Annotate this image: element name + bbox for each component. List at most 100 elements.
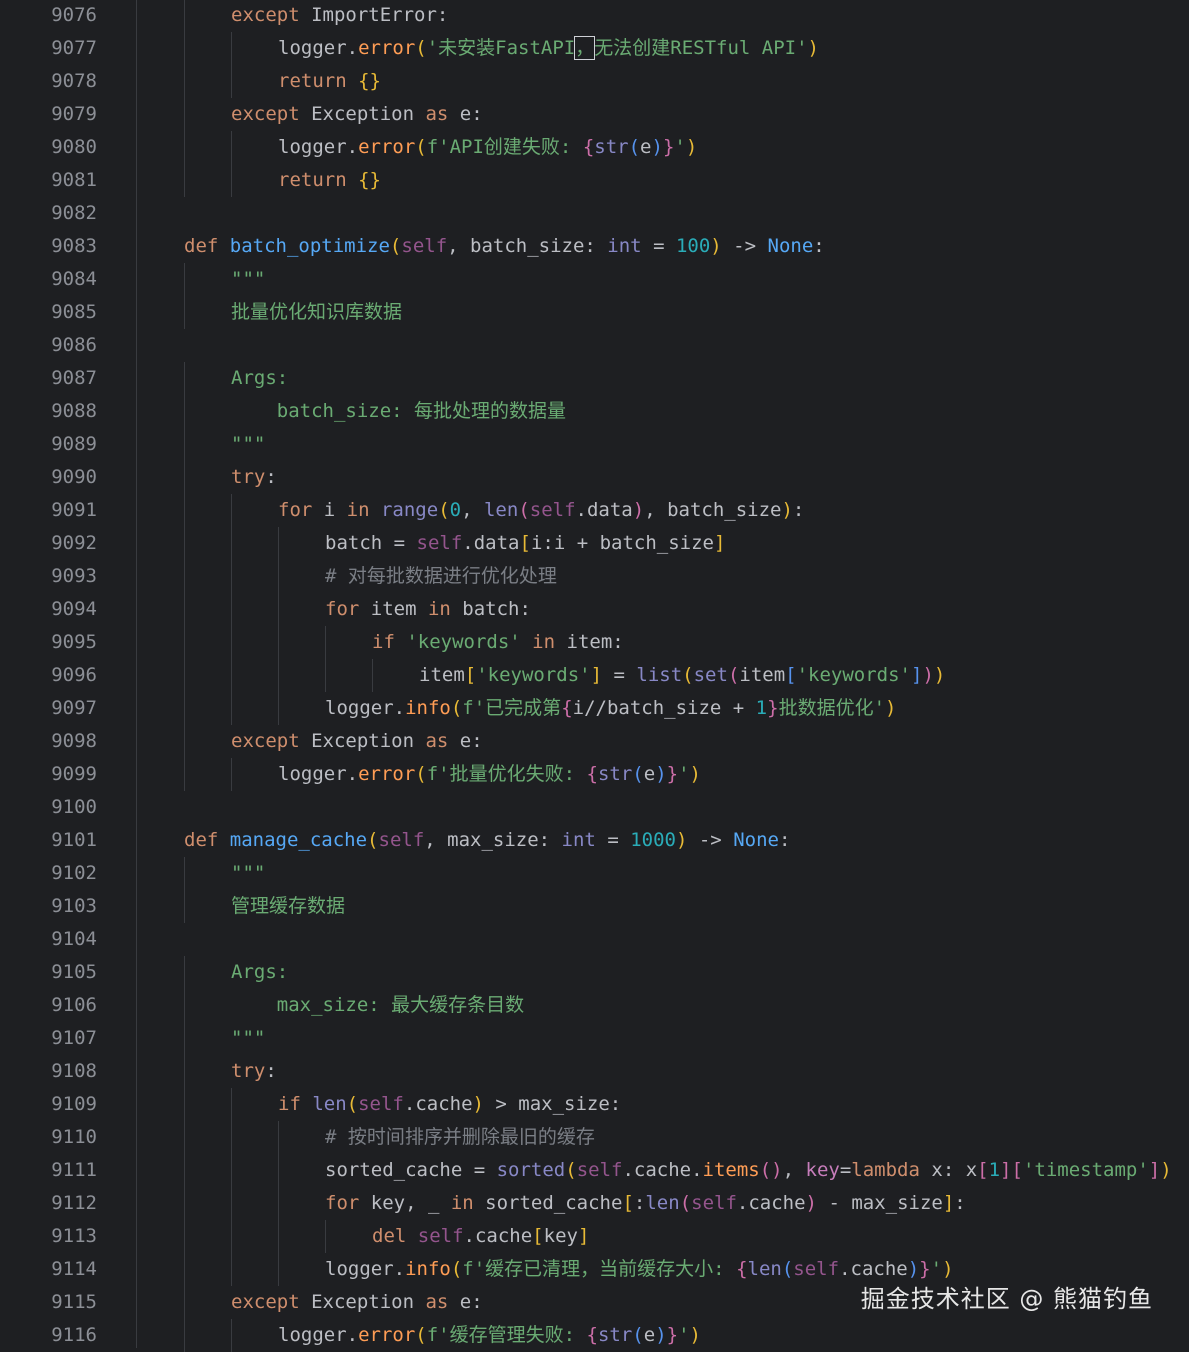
code-token: ) bbox=[922, 664, 934, 686]
code-line[interactable]: 9098 except Exception as e: bbox=[0, 725, 1189, 758]
text-cursor-selection: ， bbox=[574, 36, 596, 60]
code-line[interactable]: 9090 try: bbox=[0, 461, 1189, 494]
code-line[interactable]: 9078 return {} bbox=[0, 65, 1189, 98]
code-line[interactable]: 9093 # 对每批数据进行优化处理 bbox=[0, 560, 1189, 593]
code-line[interactable]: 9095 if 'keywords' in item: bbox=[0, 626, 1189, 659]
indent-guide bbox=[325, 659, 326, 692]
code-line[interactable]: 9099 logger.error(f'批量优化失败: {str(e)}') bbox=[0, 758, 1189, 791]
code-token: { bbox=[582, 136, 595, 158]
line-number: 9080 bbox=[51, 136, 97, 158]
code-editor[interactable]: 9076 except ImportError: 9077 logger.error(… bbox=[0, 0, 1189, 1352]
code-token: f'批量优化失败: bbox=[426, 763, 587, 785]
code-line[interactable]: 9102 """ bbox=[0, 857, 1189, 890]
code-token: item: bbox=[566, 631, 624, 653]
code-line[interactable]: 9100 bbox=[0, 791, 1189, 824]
indent-guide bbox=[325, 1220, 326, 1253]
code-line[interactable]: 9076 except ImportError: bbox=[0, 0, 1189, 32]
indent-guide bbox=[278, 659, 279, 692]
code-line[interactable]: 9083 def batch_optimize(self, batch_size:… bbox=[0, 230, 1189, 263]
code-token: ) bbox=[689, 1324, 701, 1346]
indent-guide bbox=[278, 560, 279, 593]
code-line[interactable]: 9109 if len(self.cache) > max_size: bbox=[0, 1088, 1189, 1121]
code-token: str bbox=[597, 1324, 633, 1346]
code-token: # 按时间排序并删除最旧的缓存 bbox=[325, 1126, 595, 1148]
line-number: 9086 bbox=[51, 334, 97, 356]
code-token: ) bbox=[651, 136, 663, 158]
line-number: 9102 bbox=[51, 862, 97, 884]
code-token: except bbox=[231, 103, 312, 125]
code-token: Args: bbox=[231, 367, 289, 389]
indent-guide bbox=[184, 263, 185, 296]
code-line[interactable]: 9107 """ bbox=[0, 1022, 1189, 1055]
code-token: f'API创建失败: bbox=[426, 136, 583, 158]
indent-guide bbox=[231, 527, 232, 560]
code-line[interactable]: 9112 for key, _ in sorted_cache[:len(self… bbox=[0, 1187, 1189, 1220]
code-text: # 按时间排序并删除最旧的缓存 bbox=[325, 1121, 595, 1154]
code-line[interactable]: 9080 logger.error(f'API创建失败: {str(e)}') bbox=[0, 131, 1189, 164]
code-line[interactable]: 9089 """ bbox=[0, 428, 1189, 461]
code-token: ( bbox=[438, 499, 450, 521]
code-text: batch_size: 每批处理的数据量 bbox=[231, 395, 566, 428]
code-token: logger. bbox=[278, 1324, 359, 1346]
indent-guide bbox=[231, 131, 232, 164]
code-line[interactable]: 9096 item['keywords'] = list(set(item['ke… bbox=[0, 659, 1189, 692]
code-token: {} bbox=[358, 70, 381, 92]
code-line[interactable]: 9091 for i in range(0, len(self.data), ba… bbox=[0, 494, 1189, 527]
code-line[interactable]: 9077 logger.error('未安装FastAPI，无法创建RESTful… bbox=[0, 32, 1189, 65]
code-token: logger. bbox=[325, 697, 406, 719]
code-line[interactable]: 9079 except Exception as e: bbox=[0, 98, 1189, 131]
code-token: if bbox=[278, 1093, 313, 1115]
code-token: ) bbox=[655, 763, 667, 785]
code-line[interactable]: 9084 """ bbox=[0, 263, 1189, 296]
code-token: sorted bbox=[496, 1159, 566, 1181]
indent-guide bbox=[231, 1088, 232, 1121]
code-token: # 对每批数据进行优化处理 bbox=[325, 565, 557, 587]
code-line[interactable]: 9110 # 按时间排序并删除最旧的缓存 bbox=[0, 1121, 1189, 1154]
code-line[interactable]: 9104 bbox=[0, 923, 1189, 956]
code-token: 批量优化知识库数据 bbox=[231, 301, 403, 323]
code-line[interactable]: 9081 return {} bbox=[0, 164, 1189, 197]
code-line[interactable]: 9097 logger.info(f'已完成第{i//batch_size + 1… bbox=[0, 692, 1189, 725]
code-line[interactable]: 9103 管理缓存数据 bbox=[0, 890, 1189, 923]
code-line[interactable]: 9092 batch = self.data[i:i + batch_size] bbox=[0, 527, 1189, 560]
code-token: len bbox=[645, 1192, 680, 1214]
code-line[interactable]: 9105 Args: bbox=[0, 956, 1189, 989]
code-token: ] bbox=[590, 664, 603, 686]
code-token: Args: bbox=[231, 961, 289, 983]
code-line[interactable]: 9108 try: bbox=[0, 1055, 1189, 1088]
code-line[interactable]: 9094 for item in batch: bbox=[0, 593, 1189, 626]
code-token: """ bbox=[231, 1027, 266, 1049]
indent-guide bbox=[184, 494, 185, 527]
code-line[interactable]: 9082 bbox=[0, 197, 1189, 230]
line-number: 9078 bbox=[51, 70, 97, 92]
indent-guide bbox=[184, 32, 185, 65]
code-text: """ bbox=[231, 263, 265, 296]
code-token: sorted_cache = bbox=[325, 1159, 497, 1181]
code-line[interactable]: 9116 logger.error(f'缓存管理失败: {str(e)}') bbox=[0, 1319, 1189, 1352]
indent-guide bbox=[184, 527, 185, 560]
code-line[interactable]: 9106 max_size: 最大缓存条目数 bbox=[0, 989, 1189, 1022]
code-line[interactable]: 9086 bbox=[0, 329, 1189, 362]
code-line[interactable]: 9101 def manage_cache(self, max_size: int… bbox=[0, 824, 1189, 857]
line-number: 9085 bbox=[51, 301, 97, 323]
code-line[interactable]: 9113 del self.cache[key] bbox=[0, 1220, 1189, 1253]
indent-guide bbox=[184, 164, 185, 197]
code-line[interactable]: 9111 sorted_cache = sorted(self.cache.ite… bbox=[0, 1154, 1189, 1187]
line-number: 9076 bbox=[51, 4, 97, 26]
code-token: ( bbox=[628, 136, 641, 158]
indent-guide bbox=[184, 0, 185, 32]
code-line[interactable]: 9088 batch_size: 每批处理的数据量 bbox=[0, 395, 1189, 428]
indent-guide bbox=[231, 32, 232, 65]
code-text: except Exception as e: bbox=[231, 725, 483, 758]
line-number: 9084 bbox=[51, 268, 97, 290]
code-token: logger. bbox=[278, 37, 359, 59]
code-line[interactable]: 9087 Args: bbox=[0, 362, 1189, 395]
code-token: : bbox=[778, 829, 791, 851]
code-token: self bbox=[576, 1159, 623, 1181]
code-token: error bbox=[358, 1324, 416, 1346]
code-token: ] bbox=[911, 664, 923, 686]
code-token: as bbox=[425, 1291, 460, 1313]
code-token: 1 bbox=[755, 697, 768, 719]
code-line[interactable]: 9085 批量优化知识库数据 bbox=[0, 296, 1189, 329]
code-token: if bbox=[372, 631, 407, 653]
